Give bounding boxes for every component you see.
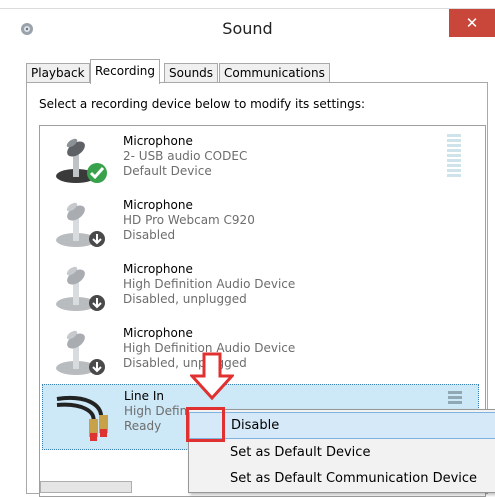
line-in-cable-icon [56, 396, 108, 441]
disabled-arrow-icon [89, 295, 105, 311]
tab-recording[interactable]: Recording [90, 59, 161, 84]
menu-item-set-default-communication-device[interactable]: Set as Default Communication Device [189, 465, 495, 492]
device-item[interactable]: Microphone 2- USB audio CODEC Default De… [42, 128, 479, 192]
tab-communications[interactable]: Communications [219, 63, 330, 83]
device-name: Microphone [123, 198, 193, 212]
device-driver: 2- USB audio CODEC [123, 149, 248, 163]
level-meter [448, 391, 462, 405]
top-edge [0, 0, 495, 9]
menu-item-disable[interactable]: Disable [189, 412, 495, 439]
tab-playback[interactable]: Playback [26, 63, 90, 83]
tab-sounds[interactable]: Sounds [164, 63, 219, 83]
close-button[interactable]: ✕ [449, 9, 495, 37]
menu-item-set-default-device[interactable]: Set as Default Device [189, 439, 495, 466]
disabled-arrow-icon [89, 359, 105, 375]
device-driver: High Definition Audio Device [123, 277, 296, 291]
device-item[interactable]: Microphone HD Pro Webcam C920 Disabled [42, 192, 479, 256]
annotation-down-arrow-icon [190, 352, 234, 401]
disabled-arrow-icon [89, 231, 105, 247]
device-status: Default Device [123, 164, 212, 178]
context-menu: Disable Set as Default Device Set as Def… [188, 409, 495, 493]
title-bar: Sound ✕ [0, 9, 495, 49]
annotation-highlight-box [186, 407, 225, 442]
device-name: Microphone [123, 326, 193, 340]
device-status: Ready [124, 419, 162, 433]
device-name: Microphone [123, 262, 193, 276]
default-check-icon [87, 163, 107, 183]
device-status: Disabled [123, 228, 176, 242]
device-item[interactable]: Microphone High Definition Audio Device … [42, 256, 479, 320]
device-name: Microphone [123, 134, 193, 148]
device-driver: HD Pro Webcam C920 [123, 213, 255, 227]
configure-button[interactable] [40, 481, 132, 493]
window-title: Sound [222, 19, 273, 38]
device-name: Line In [124, 389, 164, 403]
device-item[interactable]: Microphone High Definition Audio Device … [42, 320, 479, 384]
level-meter [447, 134, 461, 178]
device-driver: High Defin [124, 404, 188, 418]
instruction-text: Select a recording device below to modif… [39, 97, 366, 111]
device-status: Disabled, unplugged [123, 292, 247, 306]
